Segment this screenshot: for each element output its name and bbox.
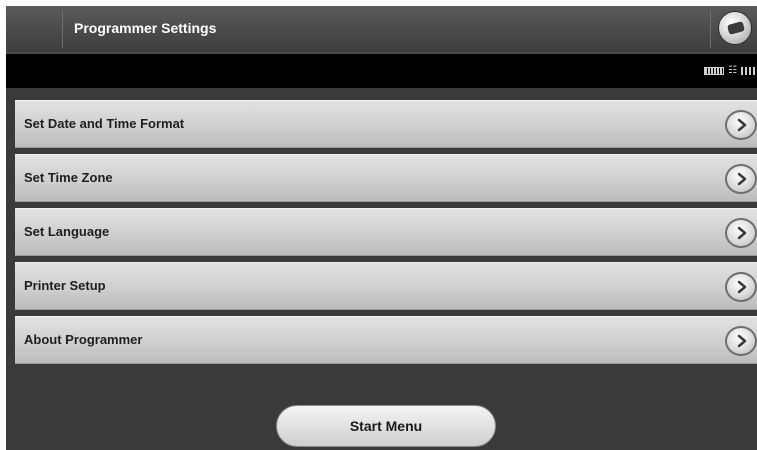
- menu-item-label: Set Time Zone: [24, 170, 113, 185]
- chevron-right-icon[interactable]: [725, 164, 757, 194]
- status-icons: ☷: [704, 66, 755, 76]
- settings-list: Set Date and Time Format Set Time Zone S…: [15, 100, 757, 370]
- menu-item-label: About Programmer: [24, 332, 143, 347]
- page-title: Programmer Settings: [74, 20, 217, 36]
- chevron-right-icon[interactable]: [725, 272, 757, 302]
- bottom-bar: Start Menu: [6, 400, 757, 450]
- menu-item-label: Printer Setup: [24, 278, 106, 293]
- menu-item-time-zone[interactable]: Set Time Zone: [15, 154, 757, 202]
- title-divider: [62, 10, 63, 48]
- chevron-right-icon[interactable]: [725, 218, 757, 248]
- menu-item-printer-setup[interactable]: Printer Setup: [15, 262, 757, 310]
- menu-item-label: Set Language: [24, 224, 110, 239]
- chevron-right-icon[interactable]: [725, 326, 757, 356]
- signal-strength-icon: [741, 67, 755, 75]
- menu-item-label: Set Date and Time Format: [24, 116, 185, 131]
- menu-item-date-time-format[interactable]: Set Date and Time Format: [15, 100, 757, 148]
- programmer-screen: Programmer Settings ☷ Set Date and Time …: [6, 6, 757, 450]
- wireless-signal-icon: ☷: [728, 65, 737, 76]
- status-bar: ☷: [6, 54, 757, 88]
- title-bar: Programmer Settings: [6, 6, 757, 52]
- title-divider: [710, 10, 711, 48]
- telemetry-wand-icon[interactable]: [718, 11, 752, 45]
- menu-item-about-programmer[interactable]: About Programmer: [15, 316, 757, 364]
- menu-item-language[interactable]: Set Language: [15, 208, 757, 256]
- start-menu-button[interactable]: Start Menu: [276, 405, 496, 447]
- battery-icon: [704, 67, 725, 75]
- settings-content: Set Date and Time Format Set Time Zone S…: [6, 88, 757, 400]
- chevron-right-icon[interactable]: [725, 110, 757, 140]
